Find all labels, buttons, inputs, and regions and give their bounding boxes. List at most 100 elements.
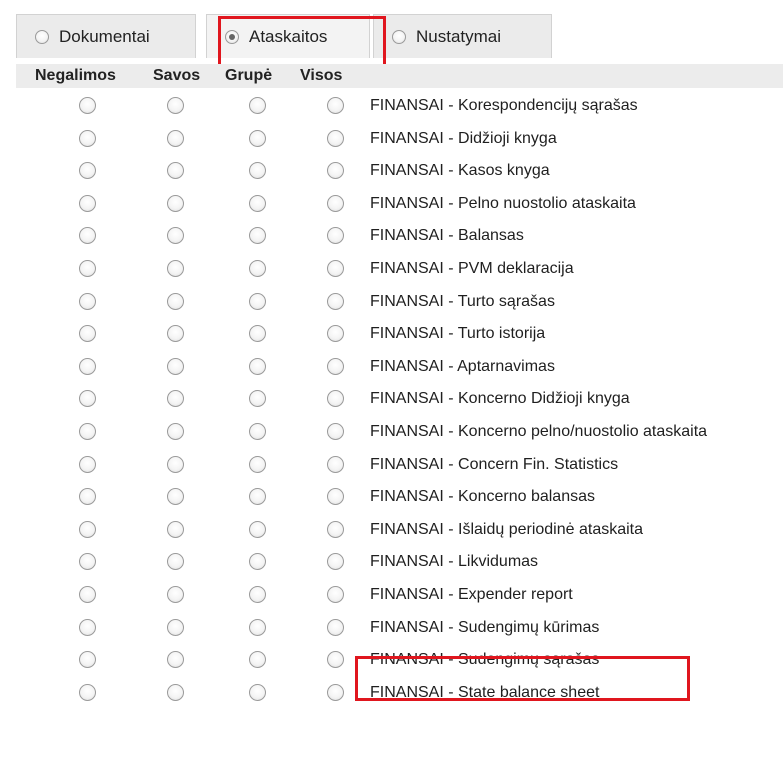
radio-icon[interactable]	[167, 488, 184, 506]
radio-icon[interactable]	[327, 455, 344, 473]
permission-cell-negalimos[interactable]	[79, 488, 96, 510]
radio-icon[interactable]	[167, 129, 184, 147]
radio-icon[interactable]	[327, 390, 344, 408]
permission-cell-grupe[interactable]	[249, 162, 266, 184]
permission-cell-negalimos[interactable]	[79, 455, 96, 478]
radio-icon[interactable]	[79, 227, 96, 245]
permission-cell-grupe[interactable]	[249, 129, 266, 152]
permission-cell-negalimos[interactable]	[79, 162, 96, 184]
radio-icon[interactable]	[167, 520, 184, 538]
permission-cell-negalimos[interactable]	[79, 227, 96, 249]
permission-cell-savos[interactable]	[167, 260, 184, 282]
permission-cell-visos[interactable]	[327, 423, 344, 445]
permission-cell-negalimos[interactable]	[79, 357, 96, 380]
radio-icon[interactable]	[167, 651, 184, 669]
permission-cell-savos[interactable]	[167, 194, 184, 217]
permission-cell-grupe[interactable]	[249, 553, 266, 575]
permission-cell-savos[interactable]	[167, 325, 184, 347]
radio-icon[interactable]	[327, 194, 344, 212]
radio-icon[interactable]	[167, 553, 184, 571]
radio-icon[interactable]	[167, 292, 184, 310]
radio-icon[interactable]	[249, 325, 266, 343]
permission-cell-savos[interactable]	[167, 292, 184, 315]
permission-cell-savos[interactable]	[167, 97, 184, 119]
radio-icon[interactable]	[327, 488, 344, 506]
radio-icon[interactable]	[249, 618, 266, 636]
radio-icon[interactable]	[249, 651, 266, 669]
permission-cell-grupe[interactable]	[249, 651, 266, 673]
permission-cell-grupe[interactable]	[249, 227, 266, 249]
radio-icon[interactable]	[249, 357, 266, 375]
permission-cell-savos[interactable]	[167, 520, 184, 543]
radio-icon[interactable]	[79, 97, 96, 114]
radio-icon[interactable]	[392, 29, 406, 44]
permission-cell-negalimos[interactable]	[79, 618, 96, 641]
radio-icon[interactable]	[35, 29, 49, 44]
radio-icon[interactable]	[167, 227, 184, 245]
radio-icon[interactable]	[79, 194, 96, 212]
radio-icon[interactable]	[79, 618, 96, 636]
permission-cell-grupe[interactable]	[249, 292, 266, 315]
radio-icon[interactable]	[327, 683, 344, 701]
permission-cell-savos[interactable]	[167, 357, 184, 380]
radio-icon[interactable]	[79, 455, 96, 473]
radio-icon[interactable]	[249, 488, 266, 506]
permission-cell-visos[interactable]	[327, 194, 344, 217]
permission-cell-savos[interactable]	[167, 423, 184, 445]
radio-icon[interactable]	[167, 586, 184, 603]
tab-ataskaitos[interactable]: Ataskaitos	[206, 14, 370, 58]
permission-cell-visos[interactable]	[327, 162, 344, 184]
permission-cell-visos[interactable]	[327, 357, 344, 380]
permission-cell-savos[interactable]	[167, 683, 184, 706]
permission-cell-negalimos[interactable]	[79, 129, 96, 152]
permission-cell-negalimos[interactable]	[79, 97, 96, 119]
radio-icon[interactable]	[249, 390, 266, 408]
radio-icon[interactable]	[327, 651, 344, 669]
radio-icon[interactable]	[79, 129, 96, 147]
permission-cell-visos[interactable]	[327, 455, 344, 478]
radio-icon[interactable]	[249, 553, 266, 571]
permission-cell-visos[interactable]	[327, 586, 344, 608]
radio-icon[interactable]	[167, 162, 184, 180]
permission-cell-visos[interactable]	[327, 97, 344, 119]
permission-cell-savos[interactable]	[167, 586, 184, 608]
tab-nustatymai[interactable]: Nustatymai	[373, 14, 552, 58]
permission-cell-savos[interactable]	[167, 455, 184, 478]
radio-icon[interactable]	[249, 520, 266, 538]
radio-icon[interactable]	[79, 325, 96, 343]
permission-cell-negalimos[interactable]	[79, 553, 96, 575]
radio-icon[interactable]	[167, 618, 184, 636]
permission-cell-grupe[interactable]	[249, 325, 266, 347]
radio-icon[interactable]	[167, 423, 184, 440]
permission-cell-visos[interactable]	[327, 129, 344, 152]
permission-cell-savos[interactable]	[167, 618, 184, 641]
radio-icon[interactable]	[167, 260, 184, 277]
radio-icon[interactable]	[249, 292, 266, 310]
radio-icon[interactable]	[167, 390, 184, 408]
radio-icon[interactable]	[167, 683, 184, 701]
radio-icon[interactable]	[327, 227, 344, 245]
radio-icon[interactable]	[79, 162, 96, 180]
permission-cell-grupe[interactable]	[249, 586, 266, 608]
radio-icon[interactable]	[79, 683, 96, 701]
radio-icon[interactable]	[327, 129, 344, 147]
permission-cell-visos[interactable]	[327, 651, 344, 673]
permission-cell-visos[interactable]	[327, 520, 344, 543]
radio-icon[interactable]	[79, 357, 96, 375]
radio-icon[interactable]	[327, 553, 344, 571]
radio-icon[interactable]	[79, 260, 96, 277]
permission-cell-visos[interactable]	[327, 260, 344, 282]
permission-cell-negalimos[interactable]	[79, 194, 96, 217]
radio-icon[interactable]	[327, 357, 344, 375]
permission-cell-visos[interactable]	[327, 390, 344, 412]
radio-icon[interactable]	[79, 423, 96, 440]
permission-cell-savos[interactable]	[167, 129, 184, 152]
radio-icon[interactable]	[167, 325, 184, 343]
radio-icon[interactable]	[327, 260, 344, 277]
radio-icon[interactable]	[79, 651, 96, 669]
permission-cell-negalimos[interactable]	[79, 292, 96, 315]
permission-cell-visos[interactable]	[327, 227, 344, 249]
radio-icon[interactable]	[327, 586, 344, 603]
permission-cell-savos[interactable]	[167, 651, 184, 673]
permission-cell-grupe[interactable]	[249, 357, 266, 380]
